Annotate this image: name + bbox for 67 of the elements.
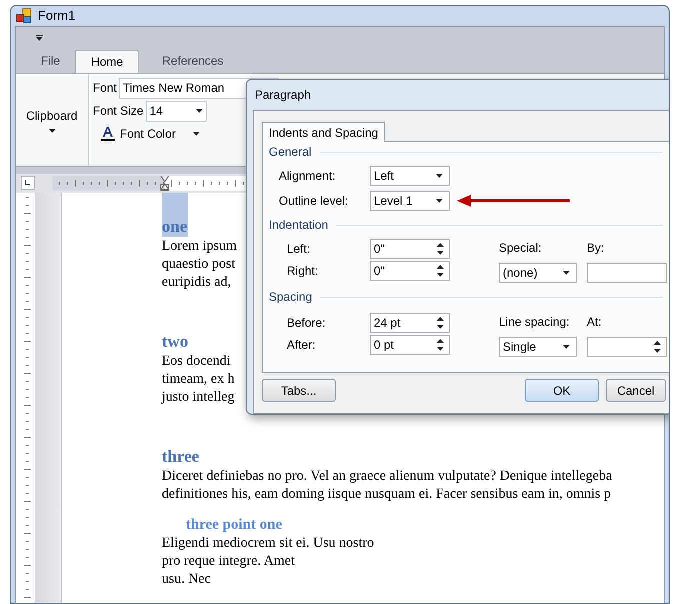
dropdown[interactable]: Level 1 bbox=[370, 191, 450, 211]
field-label: Font Size bbox=[93, 103, 144, 120]
heading: two bbox=[162, 330, 188, 352]
field-label: Before: bbox=[287, 315, 327, 332]
section-heading: General bbox=[269, 144, 312, 161]
caret-icon bbox=[436, 174, 443, 178]
field-label: Line spacing: bbox=[499, 314, 571, 331]
customize-menu-icon[interactable] bbox=[36, 34, 43, 40]
spin-field[interactable]: 0 pt bbox=[370, 335, 450, 355]
spin-field[interactable]: 0" bbox=[370, 261, 450, 281]
dialog-tab[interactable]: Indents and Spacing bbox=[262, 122, 386, 142]
up-down-arrows-icon bbox=[437, 316, 444, 330]
field-label: Font bbox=[93, 80, 118, 97]
subheading: three point one bbox=[186, 516, 282, 534]
window-title: Form1 bbox=[38, 7, 76, 25]
caret-icon bbox=[48, 128, 56, 132]
field-label: After: bbox=[287, 337, 317, 354]
field-label: Left: bbox=[287, 241, 312, 258]
caret-icon bbox=[436, 199, 443, 203]
body-text-line: euripidis ad, bbox=[162, 274, 232, 292]
body-text-line: timeam, ex h bbox=[162, 370, 235, 388]
heading: three bbox=[162, 446, 200, 466]
up-down-arrows-icon bbox=[437, 338, 444, 352]
caret-icon bbox=[563, 271, 570, 275]
field-label: Right: bbox=[287, 263, 320, 280]
body-text-line: Diceret definiebas no pro. Vel an graece alienum vulputate? Denique intellegeba bbox=[162, 468, 612, 486]
caret-icon bbox=[196, 109, 203, 113]
font-size-dropdown[interactable]: 14 bbox=[146, 100, 207, 122]
ok-button[interactable]: OK bbox=[525, 379, 599, 402]
field-label: At: bbox=[587, 314, 603, 331]
up-down-arrows-icon bbox=[437, 264, 444, 278]
cancel-button[interactable]: Cancel bbox=[606, 379, 666, 402]
field-label: Outline level: bbox=[279, 193, 350, 210]
field-label: Special: bbox=[499, 240, 543, 257]
body-text-line: definitiones his, eam doming iisque nusquam ei. Facer sensibus eam in, omnis p bbox=[162, 486, 612, 504]
body-text-line: justo intelleg bbox=[162, 388, 235, 406]
caret-icon bbox=[193, 132, 200, 136]
up-down-arrows-icon bbox=[654, 340, 661, 354]
body-text-line: Eos docendi bbox=[162, 352, 231, 370]
section-heading: Spacing bbox=[269, 289, 312, 306]
ribbon-tab[interactable]: File bbox=[26, 50, 76, 72]
field-label: Alignment: bbox=[279, 168, 337, 185]
app-icon bbox=[16, 8, 32, 24]
field-label: By: bbox=[587, 240, 606, 257]
ribbon-tab[interactable]: Home bbox=[75, 50, 140, 72]
body-text-line: Eligendi mediocrem sit ei. Usu nostro bbox=[162, 534, 374, 552]
body-text-line: Lorem ipsum bbox=[162, 238, 238, 256]
dropdown[interactable]: Left bbox=[370, 166, 450, 186]
caret-icon bbox=[563, 345, 570, 349]
heading: one bbox=[162, 192, 188, 236]
spin-field[interactable]: 0" bbox=[370, 239, 450, 259]
body-text-line: pro reque integre. Amet bbox=[162, 552, 295, 570]
dropdown[interactable]: Single bbox=[499, 337, 577, 357]
section-heading: Indentation bbox=[269, 217, 328, 234]
up-down-arrows-icon bbox=[437, 242, 444, 256]
spin-field[interactable]: 24 pt bbox=[370, 313, 450, 333]
tabs-button[interactable]: Tabs... bbox=[262, 379, 336, 402]
font-color-icon bbox=[101, 126, 115, 141]
group-label: Clipboard bbox=[26, 108, 78, 124]
spin-field[interactable] bbox=[587, 337, 667, 357]
arrow-icon bbox=[457, 195, 570, 207]
input-field[interactable] bbox=[587, 263, 667, 283]
tab-stop-icon[interactable] bbox=[21, 176, 35, 190]
dropdown[interactable]: (none) bbox=[499, 263, 577, 283]
body-text-line: usu. Nec bbox=[162, 570, 211, 588]
body-text-line: quaestio post bbox=[162, 256, 236, 274]
ribbon-tab[interactable]: References bbox=[147, 50, 239, 72]
